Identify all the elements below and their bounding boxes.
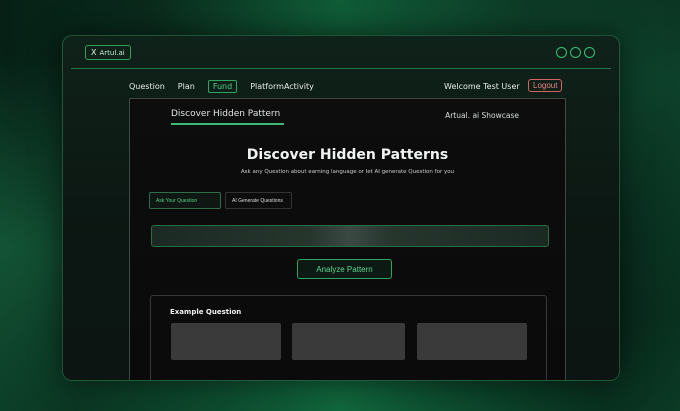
- nav-item-question[interactable]: Question: [129, 82, 165, 91]
- nav-item-plan[interactable]: Plan: [178, 82, 195, 91]
- circle-icon[interactable]: [584, 47, 595, 58]
- example-card[interactable]: [292, 323, 405, 360]
- page-subtitle: Ask any Question about earning language …: [240, 169, 455, 175]
- example-card[interactable]: [171, 323, 281, 360]
- example-card[interactable]: [417, 323, 527, 360]
- example-questions-section: Example Question: [150, 295, 547, 380]
- welcome-text: Welcome Test User: [444, 82, 520, 91]
- example-questions-title: Example Question: [170, 308, 242, 316]
- app-logo-text: Artul.ai: [99, 48, 125, 57]
- window-controls: [556, 47, 595, 58]
- analyze-pattern-button[interactable]: Analyze Pattern: [297, 259, 392, 279]
- main-nav: Question Plan Fund PlatformActivity: [129, 80, 314, 93]
- nav-item-platform-activity[interactable]: PlatformActivity: [250, 82, 314, 91]
- logout-button[interactable]: Logout: [528, 79, 563, 92]
- app-logo[interactable]: X Artul.ai: [85, 45, 131, 60]
- header-divider: [71, 68, 611, 69]
- ask-question-button[interactable]: Ask Your Question: [149, 192, 221, 209]
- showcase-link[interactable]: Artual. ai Showcase: [445, 111, 519, 120]
- tab-active-indicator: [171, 123, 284, 125]
- question-input[interactable]: [151, 225, 549, 247]
- app-window: X Artul.ai Question Plan Fund PlatformAc…: [62, 35, 620, 381]
- circle-icon[interactable]: [556, 47, 567, 58]
- x-logo-icon: X: [91, 48, 97, 57]
- ai-generate-button[interactable]: AI Generate Questions: [225, 192, 292, 209]
- main-panel: Discover Hidden Pattern Artual. ai Showc…: [129, 98, 566, 380]
- nav-item-fund[interactable]: Fund: [207, 80, 238, 93]
- tab-discover-hidden-pattern[interactable]: Discover Hidden Pattern: [171, 109, 284, 124]
- page-title: Discover Hidden Patterns: [246, 147, 449, 163]
- circle-icon[interactable]: [570, 47, 581, 58]
